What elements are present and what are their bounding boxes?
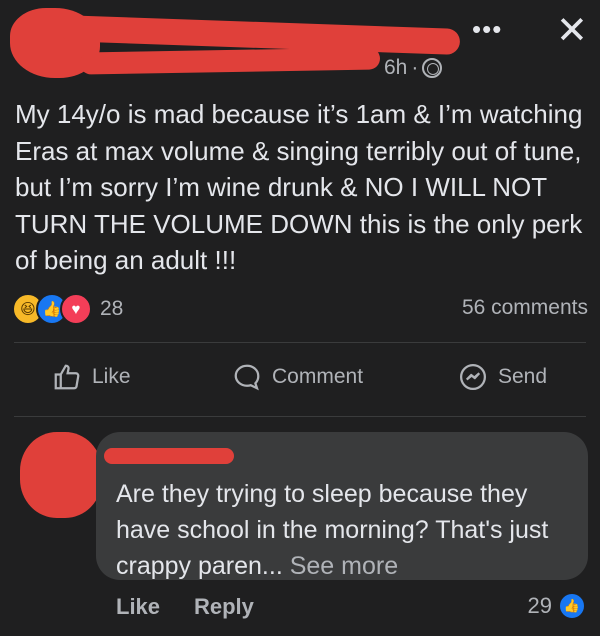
friends-icon: [422, 58, 443, 78]
time-separator: ·: [411, 56, 419, 79]
comment-reply-button[interactable]: Reply: [194, 594, 254, 620]
redacted-name-stroke: [79, 47, 381, 75]
reaction-count: 28: [100, 297, 124, 320]
comments-count[interactable]: 56 comments: [462, 296, 588, 320]
comment-button[interactable]: Comment: [232, 362, 363, 392]
commenter-avatar[interactable]: [20, 432, 102, 518]
love-reaction-icon: ♥: [60, 293, 92, 325]
post-text: My 14y/o is mad because it’s 1am & I’m w…: [15, 99, 583, 275]
comment-like-count: 29: [527, 593, 552, 618]
post-time[interactable]: 6h: [384, 56, 407, 80]
close-icon[interactable]: ✕: [556, 12, 588, 50]
comment-like-button[interactable]: Like: [116, 594, 160, 620]
comment-icon: [234, 364, 260, 391]
comment-likes[interactable]: 29 👍: [528, 592, 586, 620]
send-label: Send: [498, 365, 548, 388]
messenger-icon: [460, 364, 486, 390]
see-more-link[interactable]: See more: [290, 552, 398, 580]
like-label: Like: [92, 365, 131, 388]
divider-top: [14, 342, 586, 343]
like-button[interactable]: Like: [52, 362, 131, 392]
comment-label: Comment: [272, 365, 364, 388]
like-reaction-icon: 👍: [558, 592, 586, 620]
redacted-commenter-name: [104, 448, 234, 464]
divider-bottom: [14, 416, 586, 417]
comment-text: Are they trying to sleep because they ha…: [116, 476, 576, 584]
reaction-summary[interactable]: 😆 👍 ♥ 28: [12, 293, 123, 325]
send-button[interactable]: Send: [458, 362, 547, 392]
post-meta: 6h ·: [384, 56, 443, 80]
thumbs-up-icon: [54, 364, 80, 390]
more-dots-icon[interactable]: •••: [472, 14, 502, 45]
